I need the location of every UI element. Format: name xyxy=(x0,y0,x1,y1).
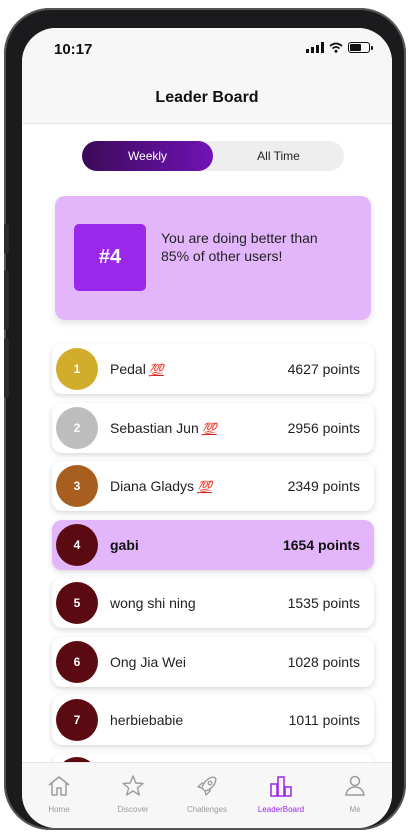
volume-down-button xyxy=(4,338,9,398)
player-name: Sebastian Jun 💯 xyxy=(110,420,288,436)
player-points: 1028 points xyxy=(287,653,360,670)
tab-home[interactable]: Home xyxy=(22,763,96,828)
my-rank-card: #4 You are doing better than 85% of othe… xyxy=(55,196,371,320)
battery-icon xyxy=(348,42,373,53)
player-name-text: wong shi ning xyxy=(110,595,196,611)
mute-switch xyxy=(4,224,9,254)
leaderboard-row[interactable]: 7 herbiebabie 1011 points xyxy=(52,695,374,745)
leaderboard-row[interactable]: 6 Ong Jia Wei 1028 points xyxy=(52,636,374,687)
bottom-tab-bar: Home Discover Challenges LeaderBoard Me xyxy=(22,762,392,828)
leaderboard-row[interactable]: 1 Pedal 💯 4627 points xyxy=(52,344,374,394)
status-bar: 10:17 xyxy=(22,28,392,72)
hundred-points-icon: 💯 xyxy=(148,363,164,377)
player-name: Diana Gladys 💯 xyxy=(110,478,288,494)
player-name: wong shi ning xyxy=(110,595,288,611)
tab-label: LeaderBoard xyxy=(257,805,305,814)
tab-weekly[interactable]: Weekly xyxy=(82,141,213,171)
tab-label: Discover xyxy=(117,805,149,814)
player-name-text: Pedal xyxy=(110,361,146,377)
rank-circle: 1 xyxy=(56,348,98,390)
rank-message: You are doing better than 85% of other u… xyxy=(161,230,318,264)
app-screen: 10:17 Leader Board Weekly All Time #4 Yo… xyxy=(22,28,392,828)
my-rank-badge: #4 xyxy=(74,224,146,291)
system-icons xyxy=(306,42,373,53)
user-icon xyxy=(342,773,368,801)
tab-label: Challenges xyxy=(186,805,228,814)
leaderboard-row[interactable]: 4 gabi 1654 points xyxy=(52,519,374,570)
rank-circle: 4 xyxy=(56,523,98,566)
volume-up-button xyxy=(4,270,9,330)
player-points: 2956 points xyxy=(287,419,360,436)
player-points: 4627 points xyxy=(287,361,360,377)
leaderboard-icon xyxy=(268,773,294,801)
leaderboard-row[interactable]: 5 wong shi ning 1535 points xyxy=(52,578,374,628)
rank-circle: 6 xyxy=(56,640,98,683)
player-name-text: gabi xyxy=(110,536,139,553)
player-points: 1011 points xyxy=(288,712,360,728)
player-name-text: Ong Jia Wei xyxy=(110,653,186,670)
player-name-text: herbiebabie xyxy=(110,712,184,728)
tab-label: Me xyxy=(349,805,361,814)
home-icon xyxy=(46,773,72,801)
leaderboard-row[interactable]: 3 Diana Gladys 💯 2349 points xyxy=(52,461,374,511)
star-icon xyxy=(120,773,146,801)
phone-frame: 10:17 Leader Board Weekly All Time #4 Yo… xyxy=(4,8,406,830)
player-name: herbiebabie xyxy=(110,712,289,728)
player-name-text: Diana Gladys xyxy=(110,478,195,494)
player-name: Ong Jia Wei xyxy=(110,654,288,670)
signal-icon xyxy=(306,42,324,53)
hundred-points-icon: 💯 xyxy=(197,480,212,494)
tab-all-time[interactable]: All Time xyxy=(213,141,344,171)
player-name-text: Sebastian Jun xyxy=(110,419,199,436)
page-title: Leader Board xyxy=(155,88,259,106)
rank-circle: 3 xyxy=(56,465,98,507)
rank-circle: 5 xyxy=(56,582,98,624)
status-time: 10:17 xyxy=(54,41,93,58)
rocket-icon xyxy=(194,773,220,801)
rank-circle: 7 xyxy=(56,699,98,741)
rank-circle: 2 xyxy=(56,406,98,449)
tab-challenges[interactable]: Challenges xyxy=(170,763,244,828)
player-points: 1654 points xyxy=(282,536,360,553)
hundred-points-icon: 💯 xyxy=(201,421,217,436)
top-bar: Leader Board xyxy=(22,72,392,124)
period-toggle: Weekly All Time xyxy=(82,141,344,171)
player-name: Pedal 💯 xyxy=(110,361,288,377)
leaderboard-row[interactable]: 2 Sebastian Jun 💯 2956 points xyxy=(52,402,374,453)
leaderboard-list: 1 Pedal 💯 4627 points 2 Sebastian Jun 💯 29… xyxy=(52,344,374,792)
tab-me[interactable]: Me xyxy=(318,763,392,828)
player-points: 2349 points xyxy=(287,478,360,494)
wifi-icon xyxy=(329,42,343,53)
tab-discover[interactable]: Discover xyxy=(96,763,170,828)
player-points: 1535 points xyxy=(287,595,360,611)
tab-leaderboard[interactable]: LeaderBoard xyxy=(244,763,318,828)
tab-label: Home xyxy=(48,805,70,814)
player-name: gabi xyxy=(110,537,283,553)
